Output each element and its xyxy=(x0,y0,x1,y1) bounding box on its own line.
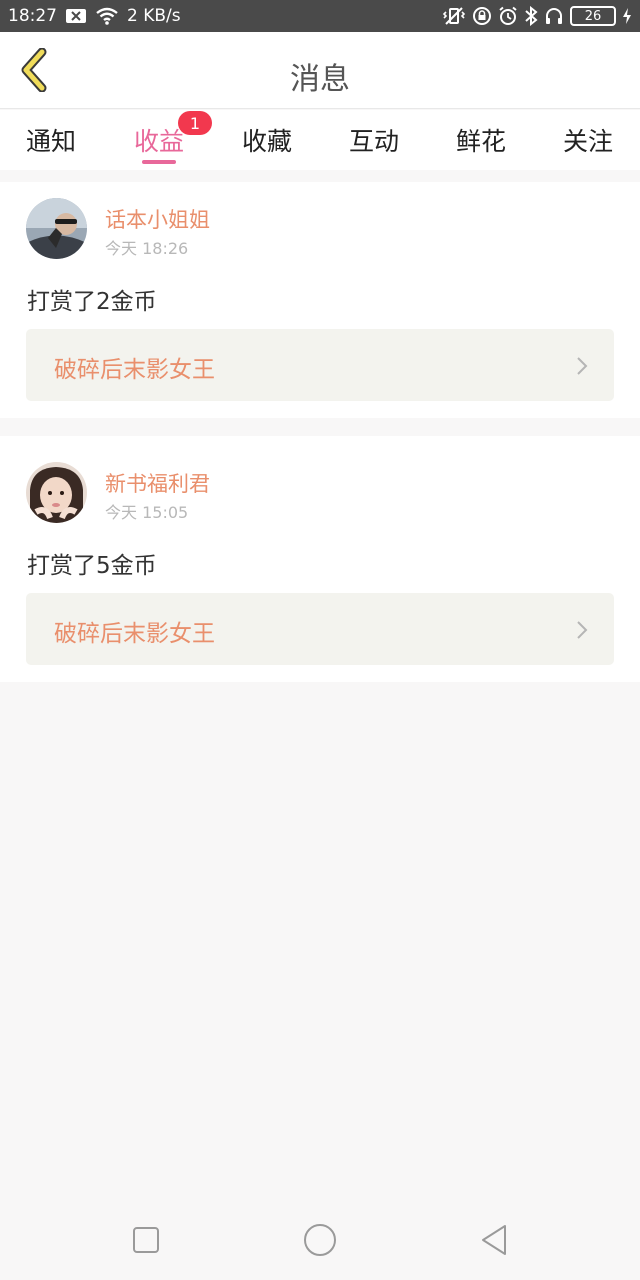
page-title: 消息 xyxy=(290,62,350,97)
book-link[interactable]: 破碎后末影女王 xyxy=(26,329,614,401)
battery-icon: 26 xyxy=(570,6,616,26)
tab-follows[interactable]: 关注 xyxy=(563,122,613,158)
message-item: 话本小姐姐 今天 18:26 打赏了2金币 破碎后末影女王 xyxy=(0,182,640,418)
message-text: 打赏了2金币 xyxy=(27,289,157,315)
headphones-icon xyxy=(544,6,564,26)
battery-level: 26 xyxy=(584,8,602,24)
wifi-icon xyxy=(95,7,119,25)
status-time: 18:27 xyxy=(8,6,57,26)
status-bar: 18:27 2 KB/s 26 xyxy=(0,0,640,32)
bluetooth-icon xyxy=(524,6,538,26)
tab-bar: 通知 收益 1 收藏 互动 鲜花 关注 xyxy=(0,110,640,170)
tab-flowers[interactable]: 鲜花 xyxy=(456,122,506,158)
notification-x-icon xyxy=(65,8,87,24)
lock-rotation-icon xyxy=(472,6,492,26)
tab-label: 收藏 xyxy=(242,127,293,156)
tab-earnings[interactable]: 收益 1 xyxy=(134,111,213,158)
charging-icon xyxy=(622,7,632,25)
chevron-right-icon xyxy=(577,357,588,375)
message-time: 今天 15:05 xyxy=(105,503,189,522)
tab-label: 关注 xyxy=(563,127,614,156)
network-speed: 2 KB/s xyxy=(127,6,181,26)
sender-name[interactable]: 新书福利君 xyxy=(105,468,210,498)
tab-badge: 1 xyxy=(178,111,213,135)
status-right: 26 xyxy=(442,6,632,26)
vibrate-icon xyxy=(442,6,466,26)
system-nav-bar xyxy=(0,1196,640,1280)
avatar[interactable] xyxy=(26,462,87,523)
message-text: 打赏了5金币 xyxy=(27,553,157,579)
back-triangle-icon xyxy=(482,1225,506,1255)
header: 消息 xyxy=(0,32,640,109)
avatar[interactable] xyxy=(26,198,87,259)
tab-label: 通知 xyxy=(26,127,77,156)
app-root: 18:27 2 KB/s 26 消息 通知 收益 1 收藏 互动 鲜花 关注 话… xyxy=(0,0,640,1280)
tab-label: 鲜花 xyxy=(456,127,507,156)
tab-favorites[interactable]: 收藏 xyxy=(242,122,292,158)
recent-apps-square-icon xyxy=(133,1227,159,1253)
home-button[interactable] xyxy=(300,1220,340,1260)
active-tab-indicator xyxy=(142,160,176,164)
book-title: 破碎后末影女王 xyxy=(54,621,215,647)
status-left: 18:27 2 KB/s xyxy=(8,6,181,26)
tab-notifications[interactable]: 通知 xyxy=(26,122,76,158)
chevron-right-icon xyxy=(577,621,588,639)
alarm-icon xyxy=(498,6,518,26)
recent-apps-button[interactable] xyxy=(126,1220,166,1260)
system-back-button[interactable] xyxy=(474,1220,514,1260)
message-time: 今天 18:26 xyxy=(105,239,189,258)
sender-name[interactable]: 话本小姐姐 xyxy=(105,204,210,234)
book-link[interactable]: 破碎后末影女王 xyxy=(26,593,614,665)
home-circle-icon xyxy=(304,1224,336,1256)
book-title: 破碎后末影女王 xyxy=(54,357,215,383)
tab-interactions[interactable]: 互动 xyxy=(349,122,399,158)
message-item: 新书福利君 今天 15:05 打赏了5金币 破碎后末影女王 xyxy=(0,436,640,682)
tab-label: 收益 xyxy=(134,127,185,156)
tab-label: 互动 xyxy=(349,127,400,156)
